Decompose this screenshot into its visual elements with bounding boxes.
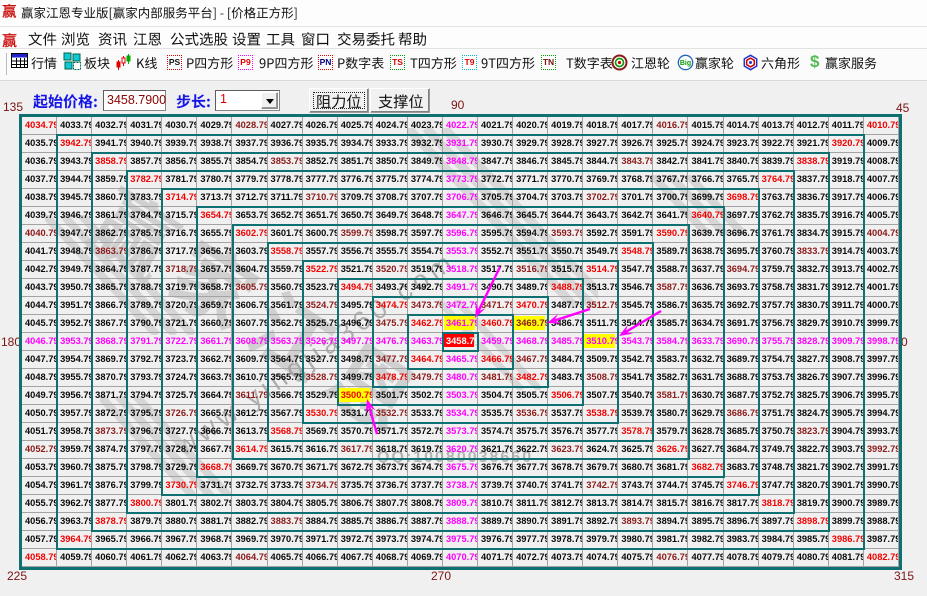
svg-text:Big: Big: [680, 60, 691, 67]
